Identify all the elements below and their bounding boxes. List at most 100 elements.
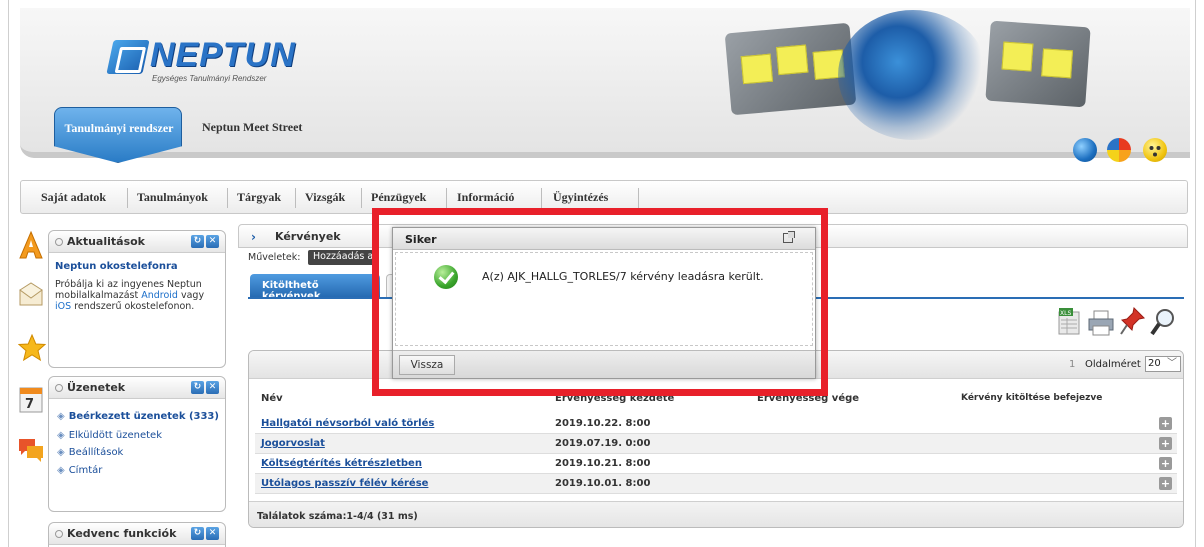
mail-icon[interactable] [18, 282, 44, 310]
menu-divider [127, 188, 128, 208]
menu-divider [638, 188, 639, 208]
table-row: Hallgatói névsorból való törlés 2019.10.… [255, 414, 1177, 434]
calendar-icon[interactable]: 7 [18, 386, 44, 414]
news-text: rendszerű okostelefonon. [71, 301, 195, 312]
page-size-value: 20 [1148, 358, 1161, 369]
refresh-icon[interactable]: ↻ [191, 527, 204, 540]
ios-link[interactable]: iOS [55, 301, 71, 312]
close-icon[interactable]: ✕ [206, 381, 219, 394]
request-name-link[interactable]: Hallgatói névsorból való törlés [261, 418, 434, 429]
link-inbox[interactable]: ◈ Beérkezett üzenetek (333) [57, 411, 219, 422]
menu-item-ugyintezes[interactable]: Ügyintézés [553, 190, 608, 205]
svg-text:XLS: XLS [1060, 310, 1071, 317]
checkmark-icon [434, 265, 458, 289]
header: NEPTUN Egységes Tanulmányi Rendszer Tanu… [20, 8, 1190, 170]
request-name-link[interactable]: Jogorvoslat [261, 438, 325, 449]
menu-item-penzugyek[interactable]: Pénzügyek [371, 190, 426, 205]
close-icon[interactable]: ✕ [206, 527, 219, 540]
favorites-box: Kedvenc funkciók ↻ ✕ [48, 522, 226, 547]
menu-divider [541, 188, 542, 208]
pin-icon[interactable] [1120, 306, 1146, 339]
search-icon[interactable] [1150, 308, 1176, 339]
chat-icon[interactable] [18, 436, 44, 464]
dialog-body: A(z) AJK_HALLG_TORLES/7 kérvény leadásra… [395, 252, 813, 346]
link-settings[interactable]: ◈ Beállítások [57, 447, 123, 458]
request-start-date: 2019.07.19. 0:00 [555, 438, 651, 449]
link-sent[interactable]: ◈ Elküldött üzenetek [57, 430, 162, 441]
menu-item-targyak[interactable]: Tárgyak [237, 190, 281, 205]
row-expand-button[interactable]: + [1159, 437, 1172, 450]
request-start-date: 2019.10.21. 8:00 [555, 458, 651, 469]
page-size-select[interactable]: 20 ﹀ [1145, 356, 1181, 372]
page-title: Kérvények [275, 230, 341, 243]
header-illustration [688, 10, 1091, 140]
operations-label: Műveletek: [248, 252, 301, 263]
menu-item-vizsgak[interactable]: Vizsgák [305, 190, 345, 205]
news-box: Aktualitások ↻ ✕ Neptun okostelefonra Pr… [48, 230, 226, 368]
logo-text: NEPTUN [150, 36, 296, 74]
table-row: Jogorvoslat 2019.07.19. 0:00 + [255, 434, 1177, 454]
column-header-end[interactable]: Érvényesség vége [757, 393, 859, 404]
news-box-header: Aktualitások ↻ ✕ [49, 231, 225, 253]
box-bullet-icon [55, 238, 63, 246]
dialog-footer: Vissza [393, 350, 815, 378]
request-name-link[interactable]: Költségtérítés kétrészletben [261, 458, 422, 469]
news-box-title: Aktualitások [67, 235, 145, 248]
menu-divider [295, 188, 296, 208]
column-header-completed[interactable]: Kérvény kitöltése befejezve [961, 393, 1102, 403]
favorites-box-title: Kedvenc funkciók [67, 527, 177, 540]
sticky-note [776, 44, 809, 76]
swirl-illustration [838, 10, 988, 140]
box-bullet-icon [55, 530, 63, 538]
popout-icon[interactable] [783, 231, 795, 243]
toolbar-icons: XLS [1058, 306, 1178, 340]
chevron-right-icon: › [251, 230, 256, 244]
refresh-icon[interactable]: ↻ [191, 381, 204, 394]
column-header-name[interactable]: Név [261, 393, 283, 404]
request-name-link[interactable]: Utólagos passzív félév kérése [261, 478, 428, 489]
print-icon[interactable] [1088, 310, 1114, 339]
menu-item-informacio[interactable]: Információ [457, 190, 514, 205]
tab-kitoltheto-kervenyek[interactable]: Kitölthető kérvények [250, 274, 380, 302]
messages-box: Üzenetek ↻ ✕ ◈ Beérkezett üzenetek (333) … [48, 376, 226, 512]
pie-chart-icon[interactable] [1107, 138, 1131, 162]
logo-subtitle: Egységes Tanulmányi Rendszer [152, 74, 267, 83]
row-expand-button[interactable]: + [1159, 457, 1172, 470]
close-icon[interactable]: ✕ [206, 235, 219, 248]
messages-box-header: Üzenetek ↻ ✕ [49, 377, 225, 399]
face-icon[interactable] [1143, 138, 1167, 162]
table-row: Utólagos passzív félév kérése 2019.10.01… [255, 474, 1177, 494]
refresh-icon[interactable]: ↻ [191, 235, 204, 248]
menu-divider [227, 188, 228, 208]
tab-label: Tanulmányi rendszer [64, 121, 174, 135]
row-expand-button[interactable]: + [1159, 477, 1172, 490]
column-header-start[interactable]: Érvényesség kezdete [555, 393, 674, 404]
diamond-bullet-icon: ◈ [57, 465, 65, 476]
menu-divider [446, 188, 447, 208]
tab-neptun-meet-street[interactable]: Neptun Meet Street [202, 120, 302, 135]
result-count: Találatok száma:1-4/4 (31 ms) [257, 511, 418, 522]
news-title: Neptun okostelefonra [55, 261, 178, 272]
add-to-favorites-button[interactable]: Hozzáadás a [308, 250, 379, 265]
logo-mark-icon [106, 40, 150, 74]
news-icon[interactable] [18, 230, 44, 259]
android-link[interactable]: Android [141, 290, 178, 301]
link-directory[interactable]: ◈ Címtár [57, 465, 102, 476]
xls-icon[interactable]: XLS [1058, 308, 1080, 339]
header-icons [1073, 138, 1183, 164]
chevron-down-icon: ﹀ [1167, 358, 1177, 369]
star-icon[interactable] [17, 333, 47, 362]
table-footer: Találatok száma:1-4/4 (31 ms) [249, 501, 1183, 527]
back-button[interactable]: Vissza [399, 355, 455, 375]
link-label: Beállítások [68, 447, 124, 458]
menu-item-tanulmanyok[interactable]: Tanulmányok [137, 190, 208, 205]
calendar-day: 7 [25, 397, 34, 412]
link-label: Elküldött üzenetek [68, 430, 162, 441]
globe-icon[interactable] [1073, 138, 1097, 162]
menu-item-sajat-adatok[interactable]: Saját adatok [41, 190, 106, 205]
box-bullet-icon [55, 384, 63, 392]
monitor-illustration-right [985, 20, 1091, 108]
sticky-note [1001, 41, 1034, 72]
row-expand-button[interactable]: + [1159, 417, 1172, 430]
page-number[interactable]: 1 [1069, 359, 1075, 370]
